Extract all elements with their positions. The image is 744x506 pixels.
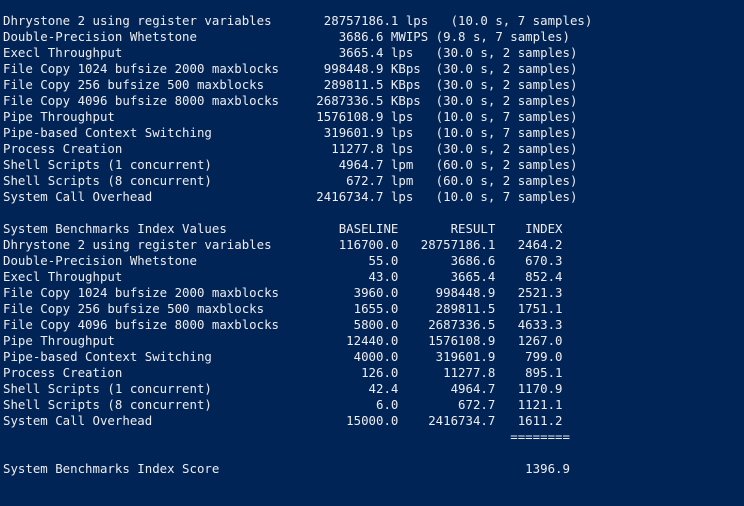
result-line: Process Creation 11277.8 lps (30.0 s, 2 …	[3, 141, 578, 156]
result-line: File Copy 256 bufsize 500 maxblocks 2898…	[3, 77, 578, 92]
index-row: Process Creation 126.0 11277.8 895.1	[3, 365, 563, 380]
result-line: File Copy 4096 bufsize 8000 maxblocks 26…	[3, 93, 578, 108]
index-row: Shell Scripts (8 concurrent) 6.0 672.7 1…	[3, 397, 563, 412]
result-line: Pipe-based Context Switching 319601.9 lp…	[3, 125, 578, 140]
index-row: Pipe-based Context Switching 4000.0 3196…	[3, 349, 563, 364]
index-row: System Call Overhead 15000.0 2416734.7 1…	[3, 413, 563, 428]
index-table: System Benchmarks Index Values BASELINE …	[3, 221, 744, 445]
index-row: Double-Precision Whetstone 55.0 3686.6 6…	[3, 253, 563, 268]
index-separator: ========	[3, 429, 570, 444]
index-row: Execl Throughput 43.0 3665.4 852.4	[3, 269, 563, 284]
index-row: File Copy 1024 bufsize 2000 maxblocks 39…	[3, 285, 563, 300]
benchmark-results: Dhrystone 2 using register variables 287…	[3, 13, 744, 205]
index-row: File Copy 256 bufsize 500 maxblocks 1655…	[3, 301, 563, 316]
index-row: Shell Scripts (1 concurrent) 42.4 4964.7…	[3, 381, 563, 396]
index-row: Pipe Throughput 12440.0 1576108.9 1267.0	[3, 333, 563, 348]
terminal-window[interactable]: Dhrystone 2 using register variables 287…	[0, 0, 744, 506]
index-row: File Copy 4096 bufsize 8000 maxblocks 58…	[3, 317, 563, 332]
result-line: Double-Precision Whetstone 3686.6 MWIPS …	[3, 29, 570, 44]
index-table-header: System Benchmarks Index Values BASELINE …	[3, 221, 563, 236]
result-line: Pipe Throughput 1576108.9 lps (10.0 s, 7…	[3, 109, 578, 124]
result-line: System Call Overhead 2416734.7 lps (10.0…	[3, 189, 578, 204]
result-line: Shell Scripts (1 concurrent) 4964.7 lpm …	[3, 157, 578, 172]
index-row: Dhrystone 2 using register variables 116…	[3, 237, 563, 252]
result-line: Execl Throughput 3665.4 lps (30.0 s, 2 s…	[3, 45, 578, 60]
index-score-line: System Benchmarks Index Score 1396.9	[3, 461, 570, 476]
result-line: Shell Scripts (8 concurrent) 672.7 lpm (…	[3, 173, 578, 188]
result-line: File Copy 1024 bufsize 2000 maxblocks 99…	[3, 61, 578, 76]
result-line: Dhrystone 2 using register variables 287…	[3, 13, 593, 28]
